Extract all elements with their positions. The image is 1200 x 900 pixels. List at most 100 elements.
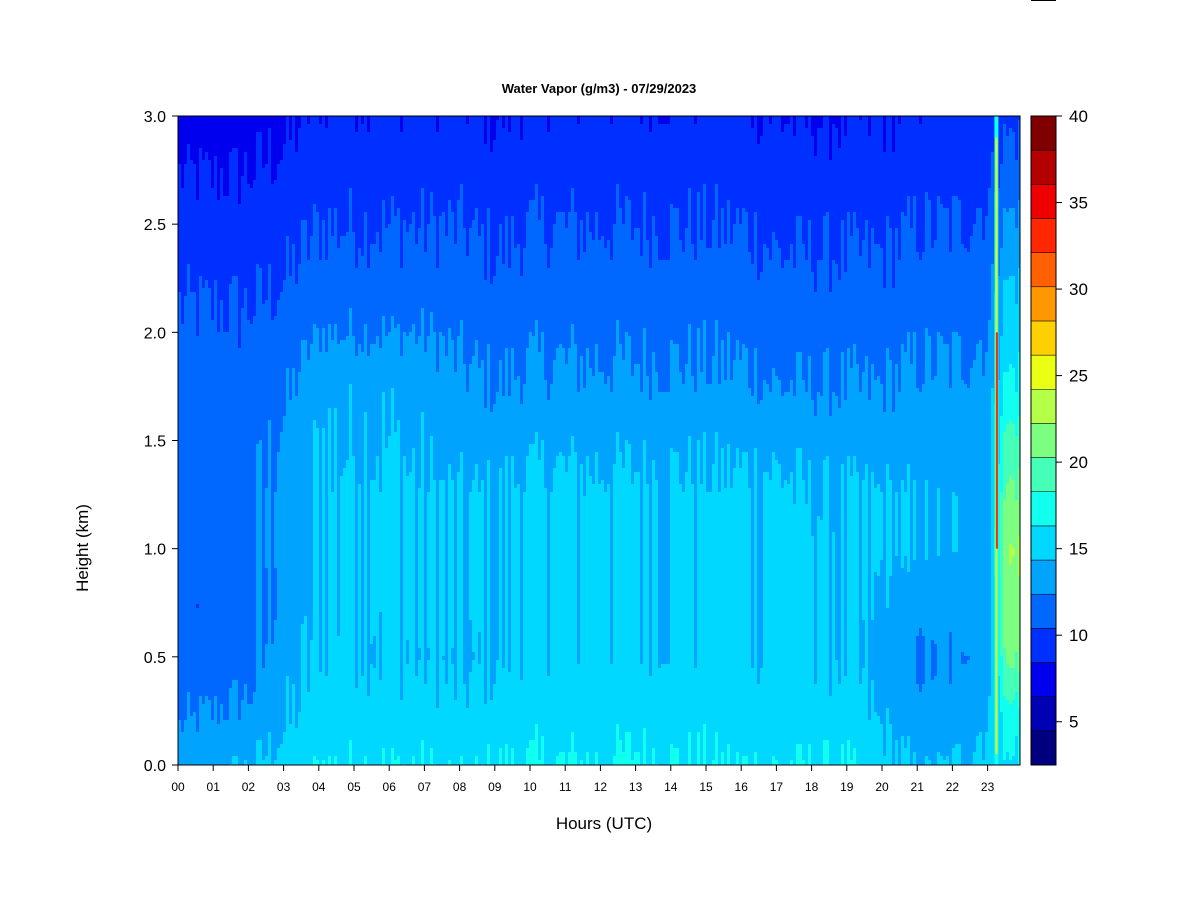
heat-cell [178, 504, 182, 509]
heat-cell [184, 736, 188, 741]
heat-cell [178, 276, 182, 281]
heat-cell [181, 552, 185, 557]
heat-cell [184, 212, 188, 217]
heat-cell [187, 236, 191, 241]
heat-cell [178, 544, 182, 549]
heat-cell [184, 404, 188, 409]
heat-cell [181, 456, 185, 461]
heat-cell [178, 408, 182, 413]
heat-cell [184, 392, 188, 397]
heat-cell [184, 380, 188, 385]
heat-cell [184, 352, 188, 357]
heat-cell [178, 328, 182, 333]
heat-cell [184, 200, 188, 205]
heat-cell [181, 156, 185, 161]
heat-cell [184, 128, 188, 133]
heat-cell [187, 184, 191, 189]
heat-cell [187, 452, 191, 457]
heat-cell [184, 704, 188, 709]
heat-cell [187, 304, 191, 309]
heat-cell [187, 552, 191, 557]
heat-cell [187, 176, 191, 181]
heat-cell [184, 272, 188, 277]
heat-cell [181, 672, 185, 677]
heat-cell [178, 508, 182, 513]
heat-cell [181, 652, 185, 657]
heat-cell [181, 324, 185, 329]
heat-cell [187, 312, 191, 317]
heat-cell [184, 464, 188, 469]
heat-cell [181, 236, 185, 241]
heat-cell [181, 256, 185, 261]
heat-cell [184, 344, 188, 349]
heat-cell [184, 660, 188, 665]
heat-cell [178, 484, 182, 489]
heat-cell [181, 460, 185, 465]
heat-cell [181, 448, 185, 453]
heat-cell [181, 576, 185, 581]
heat-cell [184, 576, 188, 581]
heat-cell [181, 312, 185, 317]
heat-cell [178, 120, 182, 125]
heat-cell [181, 200, 185, 205]
heat-cell [178, 624, 182, 629]
heat-cell [178, 336, 182, 341]
heat-cell [178, 628, 182, 633]
heat-cell [178, 688, 182, 693]
heat-cell [187, 392, 191, 397]
heat-cell [184, 568, 188, 573]
heat-cell [184, 480, 188, 485]
heat-cell [184, 276, 188, 281]
heat-cell [181, 208, 185, 213]
heat-cell [178, 280, 182, 285]
heat-cell [187, 284, 191, 289]
heat-cell [187, 596, 191, 601]
heat-cell [184, 588, 188, 593]
heat-cell [178, 284, 182, 289]
heat-cell [181, 424, 185, 429]
heat-cell [187, 276, 191, 281]
heat-cell [184, 216, 188, 221]
heat-cell [181, 628, 185, 633]
heat-cell [181, 396, 185, 401]
heat-cell [184, 440, 188, 445]
heat-cell [181, 712, 185, 717]
heat-cell [184, 624, 188, 629]
heat-cell [181, 172, 185, 177]
heat-cell [187, 160, 191, 165]
heat-cell [181, 128, 185, 133]
heat-cell [178, 480, 182, 485]
heat-cell [184, 388, 188, 393]
heat-cell [187, 212, 191, 217]
heat-cell [184, 712, 188, 717]
heat-cell [184, 332, 188, 337]
heat-cell [178, 496, 182, 501]
heat-cell [184, 552, 188, 557]
heat-cell [181, 700, 185, 705]
heat-cell [184, 124, 188, 129]
heat-cell [178, 608, 182, 613]
heat-cell [181, 436, 185, 441]
heat-cell [184, 300, 188, 305]
heat-cell [187, 292, 191, 297]
heat-cell [178, 716, 182, 721]
heat-cell [181, 648, 185, 653]
heat-cell [181, 548, 185, 553]
heat-cell [187, 516, 191, 521]
heat-cell [178, 452, 182, 457]
heat-cell [187, 524, 191, 529]
heat-cell [187, 544, 191, 549]
heat-cell [178, 264, 182, 269]
heat-cell [184, 416, 188, 421]
heat-cell [178, 152, 182, 157]
heat-cell [181, 624, 185, 629]
chart: Water Vapor (g/m3) - 07/29/2023 0.00.51.… [0, 0, 1200, 900]
heat-cell [184, 616, 188, 621]
heat-cell [184, 348, 188, 353]
heat-cell [178, 520, 182, 525]
heat-cell [184, 224, 188, 229]
heat-cell [187, 232, 191, 237]
heat-cell [187, 432, 191, 437]
heat-cell [187, 136, 191, 141]
heat-cell [187, 568, 191, 573]
